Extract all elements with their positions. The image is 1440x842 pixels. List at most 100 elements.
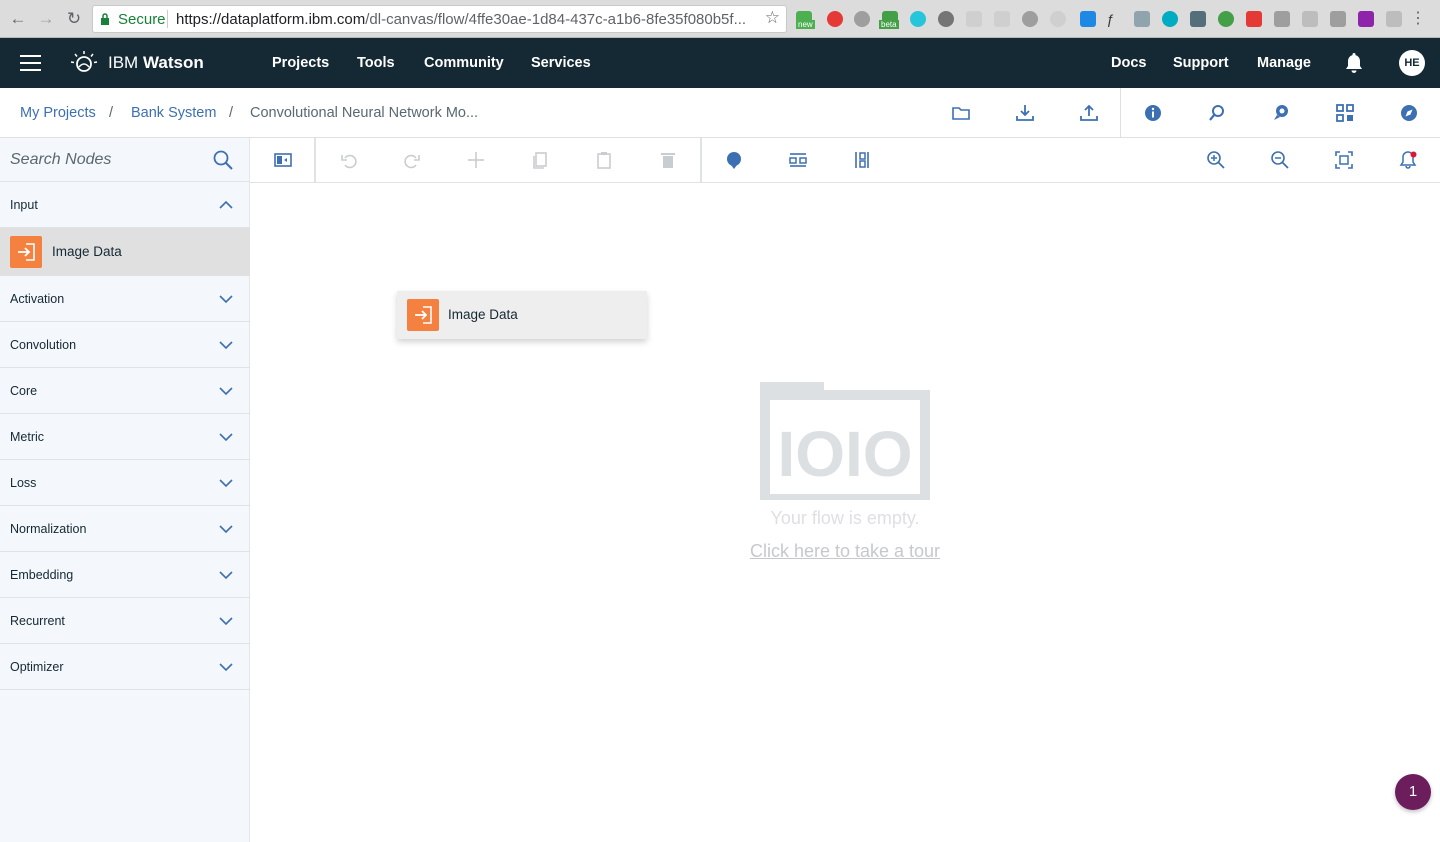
arrange-vertical-icon[interactable] <box>852 150 872 170</box>
breadcrumb: My Projects / Bank System / Convolutiona… <box>0 88 1440 138</box>
bookmark-star-icon[interactable]: ☆ <box>765 8 780 28</box>
breadcrumb-my-projects[interactable]: My Projects <box>20 105 96 121</box>
notification-bell-icon[interactable] <box>1398 150 1418 170</box>
fit-to-screen-icon[interactable] <box>1334 150 1354 170</box>
lock-icon <box>101 13 109 25</box>
upload-icon[interactable] <box>1078 102 1100 124</box>
delete-icon[interactable] <box>658 150 678 170</box>
toolbar-divider <box>314 138 316 182</box>
extension-icon[interactable] <box>1330 11 1346 27</box>
canvas-node-label: Image Data <box>448 307 518 322</box>
cut-icon[interactable] <box>466 150 486 170</box>
chevron-down-icon[interactable] <box>218 613 234 629</box>
nav-docs[interactable]: Docs <box>1111 55 1146 71</box>
extension-icon[interactable] <box>938 11 954 27</box>
copy-icon[interactable] <box>530 150 550 170</box>
category-core[interactable]: Core <box>0 368 250 414</box>
search-icon[interactable] <box>213 150 233 170</box>
user-avatar[interactable]: HE <box>1399 50 1425 76</box>
extension-icon[interactable] <box>1274 11 1290 27</box>
extension-icon[interactable] <box>1386 11 1402 27</box>
nav-tools[interactable]: Tools <box>357 55 395 71</box>
cors-extension-icon[interactable] <box>1246 11 1262 27</box>
undo-icon[interactable] <box>339 150 359 170</box>
category-label: Activation <box>10 292 65 306</box>
back-icon[interactable]: ← <box>8 9 28 29</box>
settings-icon[interactable] <box>1206 102 1228 124</box>
compass-icon[interactable] <box>1398 102 1420 124</box>
palette-node-image-data[interactable]: Image Data <box>0 228 250 276</box>
palette-node-label: Image Data <box>52 244 122 259</box>
category-optimizer[interactable]: Optimizer <box>0 644 250 690</box>
chevron-down-icon[interactable] <box>218 429 234 445</box>
extension-icon[interactable] <box>1302 11 1318 27</box>
hamburger-menu-icon[interactable] <box>20 55 41 71</box>
info-icon[interactable] <box>1142 102 1164 124</box>
category-activation[interactable]: Activation <box>0 276 250 322</box>
chevron-up-icon[interactable] <box>218 197 234 213</box>
extension-icon[interactable] <box>1050 11 1066 27</box>
nav-support[interactable]: Support <box>1173 55 1229 71</box>
breadcrumb-bank-system[interactable]: Bank System <box>131 105 216 121</box>
chevron-down-icon[interactable] <box>218 291 234 307</box>
redo-icon[interactable] <box>402 150 422 170</box>
bell-icon[interactable] <box>1345 52 1363 74</box>
category-convolution[interactable]: Convolution <box>0 322 250 368</box>
flow-canvas[interactable]: Image Data IOIO Your flow is empty. Clic… <box>250 183 1440 842</box>
nav-projects[interactable]: Projects <box>272 55 329 71</box>
extension-icon[interactable] <box>910 11 926 27</box>
category-loss[interactable]: Loss <box>0 460 250 506</box>
forward-icon[interactable]: → <box>36 9 56 29</box>
extension-icon[interactable] <box>1358 11 1374 27</box>
category-input[interactable]: Input <box>0 182 250 228</box>
paste-icon[interactable] <box>594 150 614 170</box>
browser-chrome: ← → ↻ Secure https://dataplatform.ibm.co… <box>0 0 1440 38</box>
vue-devtools-icon[interactable] <box>1190 11 1206 27</box>
reload-icon[interactable]: ↻ <box>64 9 84 29</box>
comments-icon[interactable] <box>1270 102 1292 124</box>
add-comment-icon[interactable] <box>724 150 744 170</box>
adblock-icon[interactable] <box>854 11 870 27</box>
browser-menu-icon[interactable]: ⋮ <box>1410 9 1426 29</box>
arrange-horizontal-icon[interactable] <box>788 150 808 170</box>
chevron-down-icon[interactable] <box>218 567 234 583</box>
extension-icon[interactable] <box>1218 11 1234 27</box>
zoom-in-icon[interactable] <box>1206 150 1226 170</box>
zoom-out-icon[interactable] <box>1270 150 1290 170</box>
url-text[interactable]: https://dataplatform.ibm.com/dl-canvas/f… <box>176 11 756 28</box>
extension-icon[interactable] <box>1022 11 1038 27</box>
extension-icon[interactable] <box>966 11 982 27</box>
nav-services[interactable]: Services <box>531 55 591 71</box>
nav-manage[interactable]: Manage <box>1257 55 1311 71</box>
folder-icon[interactable] <box>950 102 972 124</box>
extension-icon[interactable] <box>1134 11 1150 27</box>
search-nodes <box>0 138 250 182</box>
download-icon[interactable] <box>1014 102 1036 124</box>
extension-icon[interactable] <box>1080 11 1096 27</box>
category-label: Normalization <box>10 522 87 536</box>
address-bar[interactable]: Secure https://dataplatform.ibm.com/dl-c… <box>92 5 787 33</box>
search-input[interactable] <box>10 148 200 172</box>
formula-extension-icon[interactable]: ƒ <box>1106 11 1122 27</box>
take-tour-link[interactable]: Click here to take a tour <box>720 541 970 562</box>
empty-flow-illustration: IOIO <box>760 382 930 500</box>
category-normalization[interactable]: Normalization <box>0 506 250 552</box>
toggle-palette-icon[interactable] <box>273 150 293 170</box>
extension-icon[interactable] <box>827 11 843 27</box>
chevron-down-icon[interactable] <box>218 475 234 491</box>
chevron-down-icon[interactable] <box>218 659 234 675</box>
react-devtools-icon[interactable] <box>1162 11 1178 27</box>
extension-icon[interactable] <box>994 11 1010 27</box>
chevron-down-icon[interactable] <box>218 383 234 399</box>
notification-count-badge[interactable]: 1 <box>1395 774 1431 810</box>
chevron-down-icon[interactable] <box>218 337 234 353</box>
category-recurrent[interactable]: Recurrent <box>0 598 250 644</box>
canvas-node-image-data[interactable]: Image Data <box>397 291 647 339</box>
category-embedding[interactable]: Embedding <box>0 552 250 598</box>
brand-title[interactable]: IBM Watson <box>108 53 204 73</box>
category-metric[interactable]: Metric <box>0 414 250 460</box>
top-navigation: IBM Watson Projects Tools Community Serv… <box>0 38 1440 88</box>
grid-palette-icon[interactable] <box>1334 102 1356 124</box>
nav-community[interactable]: Community <box>424 55 504 71</box>
chevron-down-icon[interactable] <box>218 521 234 537</box>
